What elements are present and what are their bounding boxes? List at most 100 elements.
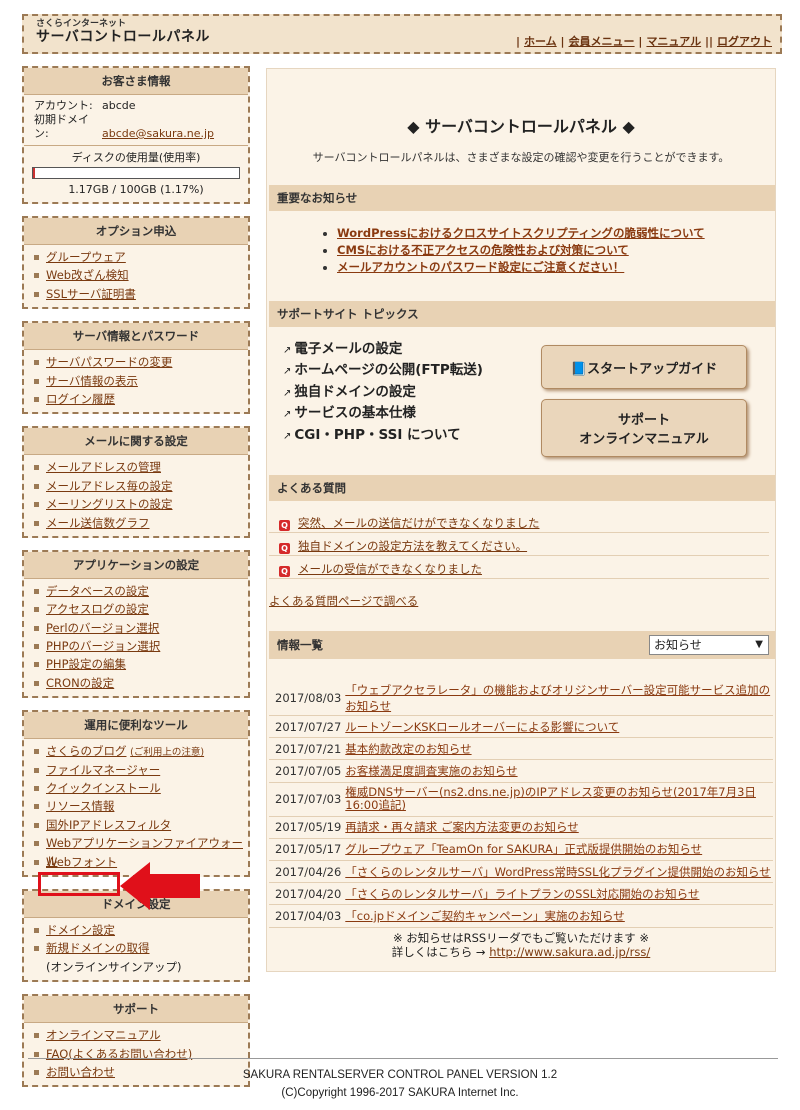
news-link[interactable]: 「co.jpドメインご契約キャンペーン」実施のお知らせ [345,909,625,923]
sidebar-item-server-info[interactable]: サーバ情報の表示 [46,374,138,388]
list-item: メールアドレス毎の設定 [32,477,248,495]
topic-link-domain[interactable]: 独自ドメインの設定 [294,384,416,400]
sidebar-item-mail-send-graph[interactable]: メール送信数グラフ [46,516,150,530]
faq-link-mail-send[interactable]: 突然、メールの送信だけができなくなりました [298,516,540,530]
news-date: 2017/05/17 [269,838,344,861]
sidebar-item-web-tamper-detect[interactable]: Web改ざん検知 [46,268,129,282]
sidebar-item-login-history[interactable]: ログイン履歴 [46,392,115,406]
faq-link-mail-receive[interactable]: メールの受信ができなくなりました [298,562,482,576]
sidebar-item-sakura-blog[interactable]: さくらのブログ [46,744,127,758]
options-title: オプション申込 [24,218,248,245]
table-row: Q 独自ドメインの設定方法を教えてください。 [269,536,769,556]
sidebar-item-blog-note[interactable]: (ご利用上の注意) [130,747,204,758]
list-item: ↗ CGI・PHP・SSI について [283,425,483,446]
sidebar-item-online-manual[interactable]: オンラインマニュアル [46,1028,161,1042]
initial-domain-link[interactable]: abcde@sakura.ne.jp [102,127,214,140]
sidebar-item-web-font[interactable]: Webフォント [46,855,117,869]
topic-link-cgi[interactable]: CGI・PHP・SSI について [294,427,460,443]
highlight-arrow-icon [120,862,200,910]
chevron-down-icon: ▼ [755,639,763,650]
sidebar-item-perl-version[interactable]: Perlのバージョン選択 [46,621,159,635]
sidebar-item-access-log[interactable]: アクセスログの設定 [46,602,149,616]
table-row: 2017/04/20 「さくらのレンタルサーバ」ライトプランのSSL対応開始のお知… [269,882,773,906]
news-link[interactable]: 再請求・再々請求 ご案内方法変更のお知らせ [345,820,578,834]
news-date: 2017/08/03 [269,681,344,716]
question-icon: Q [279,543,290,554]
list-item: データベースの設定 [32,582,248,600]
external-link-icon: ↗ [283,430,292,442]
news-link[interactable]: 「ウェブアクセラレータ」の機能およびオリジンサーバー設定可能サービス追加のお知ら… [345,683,770,713]
topic-link-spec[interactable]: サービスの基本仕様 [294,405,416,421]
nav-logout-link[interactable]: ログアウト [717,35,772,48]
list-item: ↗ 電子メールの設定 [283,339,483,360]
options-box: オプション申込 グループウェア Web改ざん検知 SSLサーバ証明書 [22,216,250,310]
sidebar-item-mail-address-settings[interactable]: メールアドレス毎の設定 [46,479,173,493]
news-category-select[interactable]: お知らせ ▼ [649,635,769,655]
logo[interactable]: さくらインターネット サーバコントロールパネル [36,20,210,45]
notice-link-wordpress-xss[interactable]: WordPressにおけるクロスサイトスクリプティングの脆弱性について [337,226,705,240]
tools-title: 運用に便利なツール [24,712,248,740]
news-link[interactable]: お客様満足度調査実施のお知らせ [345,764,517,778]
sidebar-item-ssl-cert[interactable]: SSLサーバ証明書 [46,287,136,301]
news-link[interactable]: ルートゾーンKSKロールオーバーによる影響について [345,720,619,734]
list-item: さくらのブログ (ご利用上の注意) [32,742,248,760]
sidebar-item-domain-settings[interactable]: ドメイン設定 [46,923,115,937]
topic-link-homepage[interactable]: ホームページの公開(FTP転送) [294,362,483,378]
server-info-title: サーバ情報とパスワード [24,323,248,351]
news-link[interactable]: 権威DNSサーバー(ns2.dns.ne.jp)のIPアドレス変更のお知らせ(2… [345,785,756,812]
domain-label: 初期ドメイン: [34,113,89,140]
table-row: 2017/05/17 グループウェア「TeamOn for SAKURA」正式版提… [269,838,773,861]
sidebar-item-cron[interactable]: CRONの設定 [46,676,114,690]
news-date: 2017/05/19 [269,816,344,839]
sidebar-item-resource-info[interactable]: リソース情報 [46,799,114,813]
list-item: FAQ(よくあるお問い合わせ) [32,1045,248,1063]
mail-settings-box: メールに関する設定 メールアドレスの管理 メールアドレス毎の設定 メーリングリス… [22,426,250,538]
list-item: 新規ドメインの取得 [32,939,248,957]
disk-usage-bar [32,167,240,179]
notice-link-cms-access[interactable]: CMSにおける不正アクセスの危険性および対策について [337,243,629,257]
news-table: 2017/08/03 「ウェブアクセラレータ」の機能およびオリジンサーバー設定可能… [269,681,773,928]
list-item: メールアドレスの管理 [32,458,248,476]
list-item: クイックインストール [32,779,248,797]
topics-header: サポートサイト トピックス [269,301,775,327]
topics-list: ↗ 電子メールの設定 ↗ ホームページの公開(FTP転送) ↗ 独自ドメインの設定 ↗… [283,339,483,446]
new-domain-note: (オンラインサインアップ) [46,959,182,974]
sidebar-item-php-version[interactable]: PHPのバージョン選択 [46,639,160,653]
customer-info-rows: アカウント: abcde 初期ドメイン: abcde@sakura.ne.jp [24,95,248,145]
sidebar-item-ip-filter[interactable]: 国外IPアドレスフィルタ [46,818,171,832]
news-title: 情報一覧 [277,638,323,652]
nav-home-link[interactable]: ホーム [524,35,557,48]
table-row: 2017/07/03 権威DNSサーバー(ns2.dns.ne.jp)のIPアドレ… [269,782,773,817]
rss-link[interactable]: http://www.sakura.ad.jp/rss/ [489,945,650,959]
notice-link-mail-password[interactable]: メールアカウントのパスワード設定にご注意ください！ [337,260,624,274]
sidebar-item-php-settings[interactable]: PHP設定の編集 [46,657,126,671]
online-manual-button[interactable]: サポート オンラインマニュアル [541,399,747,457]
list-item: オンラインマニュアル [32,1026,248,1044]
sidebar-item-server-password[interactable]: サーバパスワードの変更 [46,355,172,369]
sidebar-item-mailing-list[interactable]: メーリングリストの設定 [46,497,173,511]
list-item: リソース情報 [32,797,248,815]
sidebar-item-database[interactable]: データベースの設定 [46,584,149,598]
startup-guide-button[interactable]: 📘スタートアップガイド [541,345,747,389]
list-item: メーリングリストの設定 [32,495,248,513]
news-link[interactable]: グループウェア「TeamOn for SAKURA」正式版提供開始のお知らせ [345,842,702,856]
news-date: 2017/04/20 [269,882,344,906]
list-item: Perlのバージョン選択 [32,619,248,637]
news-link[interactable]: 「さくらのレンタルサーバ」ライトプランのSSL対応開始のお知らせ [345,887,699,901]
account-value: abcde [102,99,136,112]
table-row: 2017/07/21 基本約款改定のお知らせ [269,737,773,761]
table-row: Q メールの受信ができなくなりました [269,559,769,579]
nav-member-menu-link[interactable]: 会員メニュー [569,35,635,48]
news-link[interactable]: 「さくらのレンタルサーバ」WordPress常時SSL化プラグイン提供開始のお知… [345,865,770,879]
sidebar: お客さま情報 アカウント: abcde 初期ドメイン: abcde@sakura.n… [22,66,250,1099]
sidebar-item-mail-address-manage[interactable]: メールアドレスの管理 [46,460,161,474]
news-link[interactable]: 基本約款改定のお知らせ [345,742,471,756]
sidebar-item-groupware[interactable]: グループウェア [46,250,126,264]
faq-link-domain-setup[interactable]: 独自ドメインの設定方法を教えてください。 [298,539,527,553]
faq-more-link[interactable]: よくある質問ページで調べる [269,593,418,609]
nav-manual-link[interactable]: マニュアル [646,35,701,48]
sidebar-item-new-domain[interactable]: 新規ドメインの取得 [46,941,150,955]
sidebar-item-file-manager[interactable]: ファイルマネージャー [46,763,160,777]
topic-link-email[interactable]: 電子メールの設定 [294,341,402,357]
sidebar-item-quick-install[interactable]: クイックインストール [46,781,161,795]
